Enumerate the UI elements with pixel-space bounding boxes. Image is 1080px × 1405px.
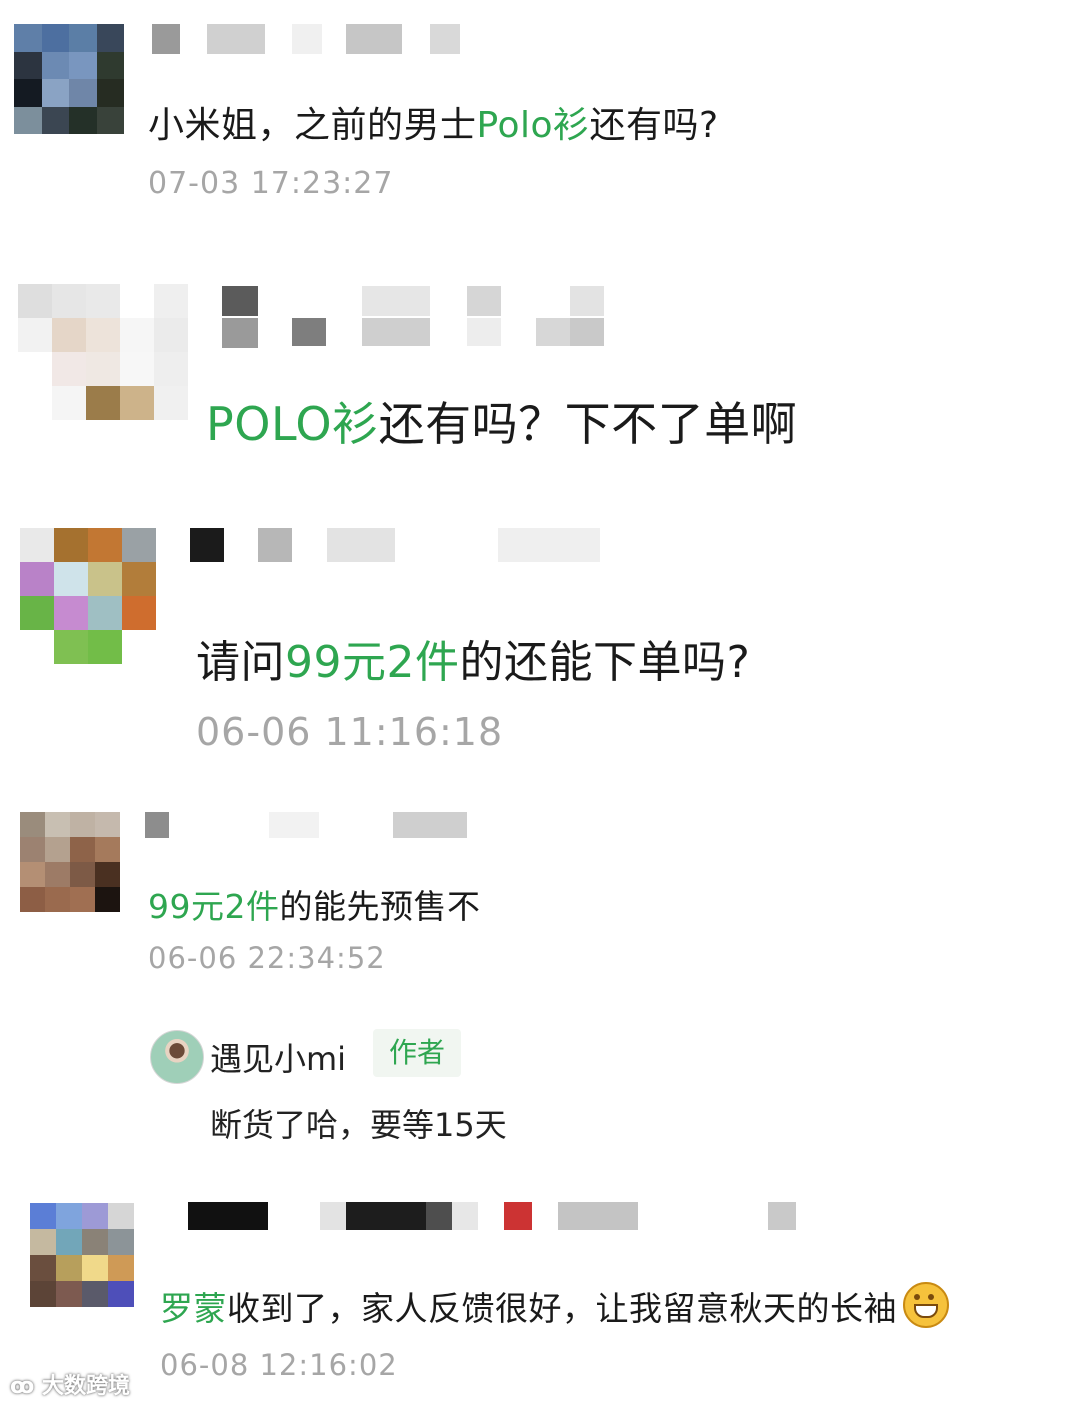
- username-blurred[interactable]: [188, 1202, 808, 1230]
- comment-timestamp: 06-06 11:16:18: [196, 710, 504, 754]
- author-badge: 作者: [373, 1029, 461, 1077]
- username-blurred[interactable]: [145, 812, 475, 838]
- username-blurred[interactable]: [190, 528, 610, 562]
- username-blurred[interactable]: [222, 286, 612, 348]
- avatar[interactable]: [18, 284, 188, 420]
- comment-timestamp: 06-06 22:34:52: [148, 941, 386, 975]
- username-blurred[interactable]: [152, 24, 462, 54]
- comment-text: 99元2件的能先预售不: [148, 887, 481, 926]
- avatar[interactable]: [14, 24, 124, 134]
- grinning-emoji-icon: [903, 1282, 949, 1328]
- comment-timestamp: 06-08 12:16:02: [160, 1348, 398, 1382]
- avatar[interactable]: [30, 1203, 134, 1307]
- comment-text: 罗蒙收到了，家人反馈很好，让我留意秋天的长袖: [160, 1282, 949, 1330]
- author-avatar[interactable]: [150, 1030, 204, 1084]
- watermark: ꝏ 大数跨境: [10, 1374, 131, 1399]
- avatar[interactable]: [20, 812, 120, 912]
- comment-text: POLO衫还有吗？下不了单啊: [206, 397, 798, 451]
- comment-timestamp: 07-03 17:23:27: [148, 166, 394, 201]
- reply-text: 断货了哈，要等15天: [210, 1106, 507, 1144]
- watermark-logo-icon: ꝏ: [10, 1374, 35, 1399]
- reply-author-name[interactable]: 遇见小mi: [210, 1034, 346, 1080]
- comment-text: 请问99元2件的还能下单吗?: [196, 637, 751, 688]
- avatar[interactable]: [20, 528, 156, 664]
- comment-text: 小米姐，之前的男士Polo衫还有吗?: [148, 105, 719, 146]
